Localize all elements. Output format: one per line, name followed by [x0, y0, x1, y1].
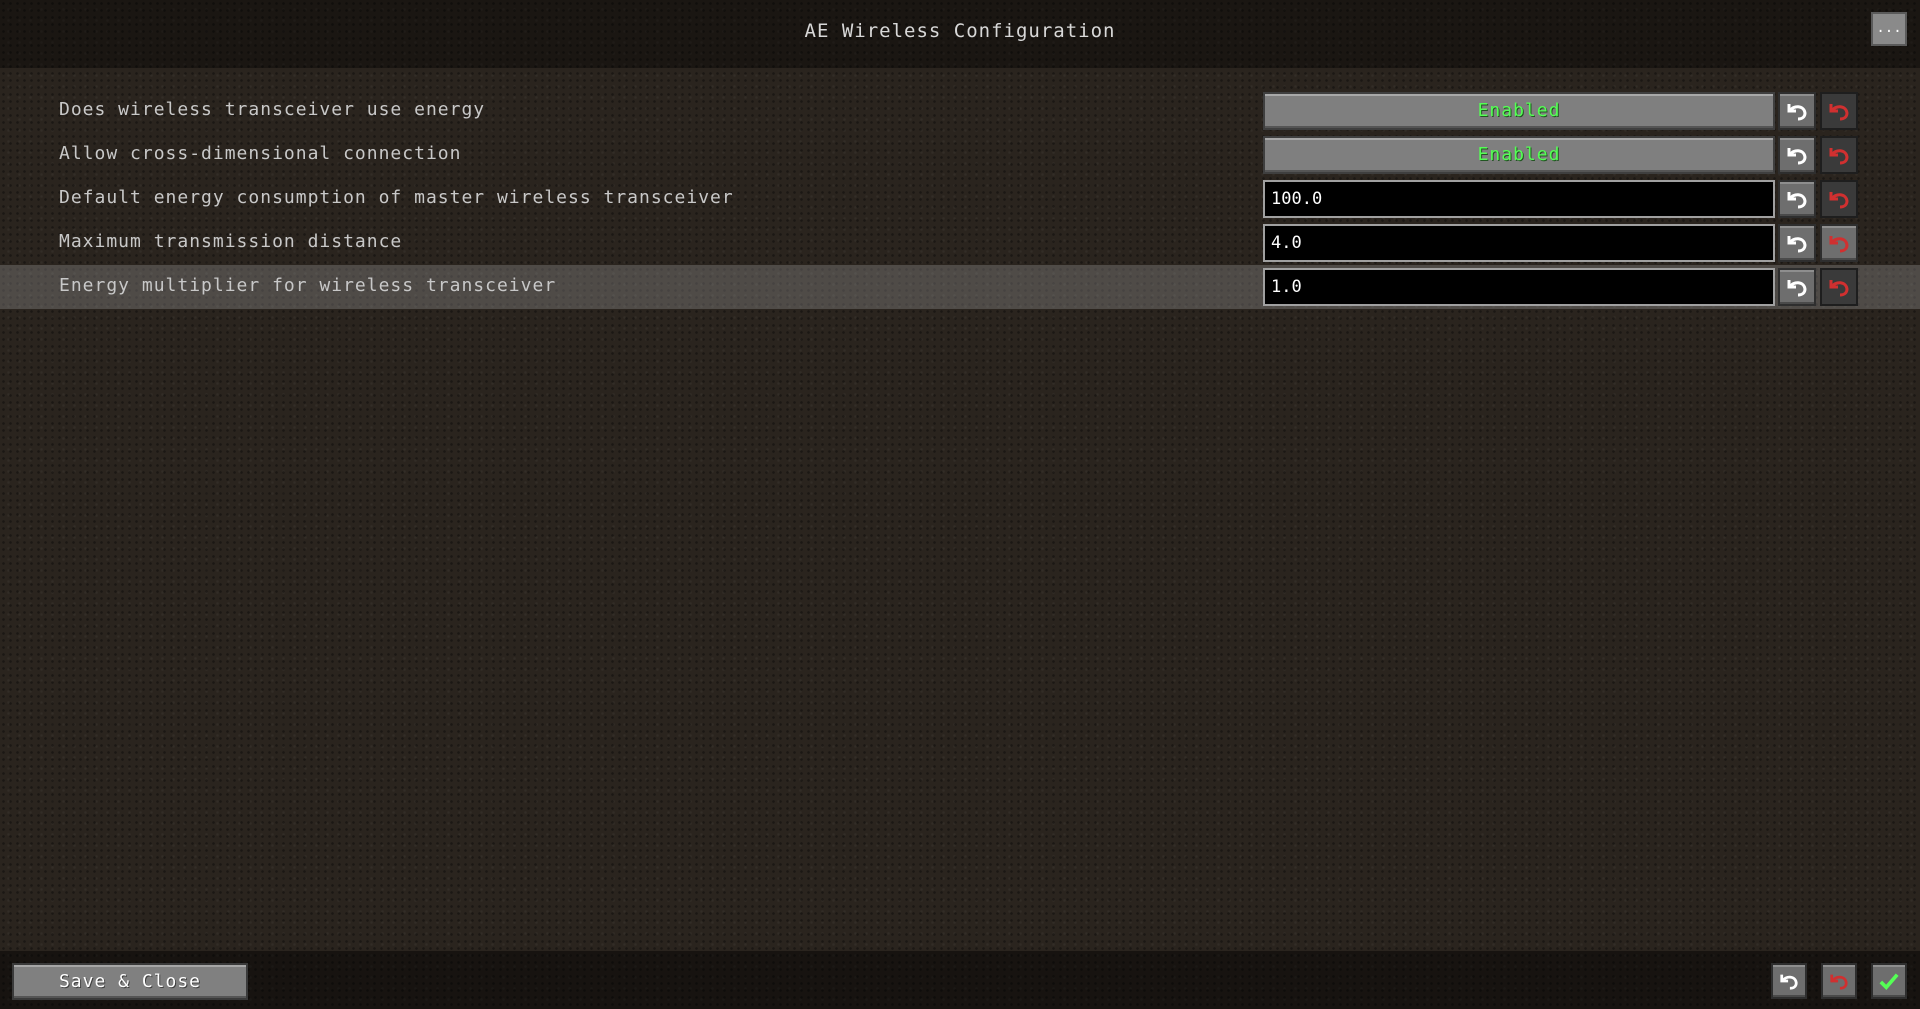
setting-label: Allow cross-dimensional connection — [59, 143, 462, 164]
undo-button[interactable] — [1778, 92, 1816, 130]
setting-label: Does wireless transceiver use energy — [59, 99, 486, 120]
reset-arrow-icon — [1829, 148, 1849, 165]
undo-button[interactable] — [1778, 136, 1816, 174]
footer-bar: Save & Close — [0, 951, 1920, 1009]
page-title: AE Wireless Configuration — [804, 20, 1116, 42]
setting-row-energy-multiplier: Energy multiplier for wireless transceiv… — [0, 265, 1920, 309]
reset-arrow-icon — [1829, 280, 1849, 297]
setting-label: Maximum transmission distance — [59, 231, 403, 252]
header-bar: AE Wireless Configuration ... — [0, 0, 1920, 68]
checkmark-icon — [1879, 973, 1899, 991]
undo-arrow-icon — [1787, 148, 1807, 165]
setting-row-max-distance: Maximum transmission distance — [0, 221, 1920, 265]
setting-label: Energy multiplier for wireless transceiv… — [59, 275, 557, 296]
energy-multiplier-input[interactable] — [1263, 268, 1775, 306]
undo-arrow-icon — [1780, 974, 1798, 990]
setting-label: Default energy consumption of master wir… — [59, 187, 734, 208]
undo-button[interactable] — [1778, 224, 1816, 262]
undo-arrow-icon — [1787, 192, 1807, 209]
undo-all-button[interactable] — [1771, 963, 1807, 999]
reset-button[interactable] — [1820, 268, 1858, 306]
cross-dimensional-toggle[interactable]: Enabled — [1263, 136, 1775, 174]
done-button[interactable] — [1871, 963, 1907, 999]
undo-button[interactable] — [1778, 268, 1816, 306]
reset-button[interactable] — [1820, 180, 1858, 218]
reset-arrow-icon — [1829, 104, 1849, 121]
undo-button[interactable] — [1778, 180, 1816, 218]
setting-row-cross-dimensional: Allow cross-dimensional connection Enabl… — [0, 133, 1920, 177]
more-options-button[interactable]: ... — [1871, 12, 1907, 46]
reset-button[interactable] — [1820, 92, 1858, 130]
use-energy-toggle[interactable]: Enabled — [1263, 92, 1775, 130]
save-and-close-button[interactable]: Save & Close — [12, 963, 248, 1000]
reset-arrow-icon — [1829, 236, 1849, 253]
undo-arrow-icon — [1787, 104, 1807, 121]
max-distance-input[interactable] — [1263, 224, 1775, 262]
undo-arrow-icon — [1787, 236, 1807, 253]
default-energy-input[interactable] — [1263, 180, 1775, 218]
setting-row-default-energy: Default energy consumption of master wir… — [0, 177, 1920, 221]
reset-button[interactable] — [1820, 136, 1858, 174]
undo-arrow-icon — [1787, 280, 1807, 297]
reset-button[interactable] — [1820, 224, 1858, 262]
setting-row-use-energy: Does wireless transceiver use energy Ena… — [0, 89, 1920, 133]
reset-all-button[interactable] — [1821, 963, 1857, 999]
reset-arrow-icon — [1829, 192, 1849, 209]
reset-arrow-icon — [1830, 974, 1848, 990]
